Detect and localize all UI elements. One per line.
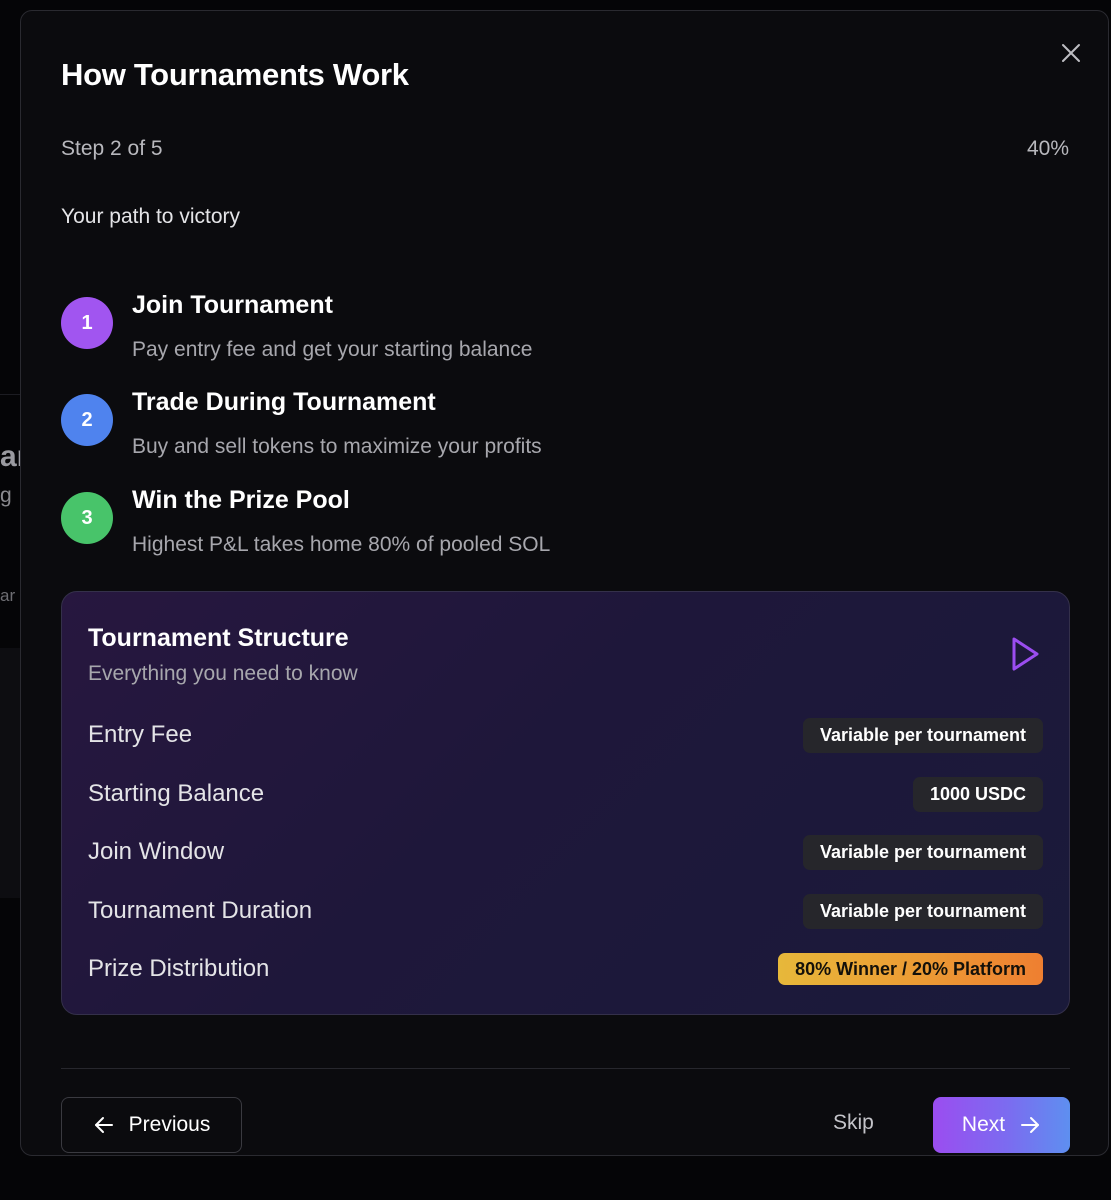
info-row-join-window: Join Window Variable per tournament	[88, 833, 1043, 873]
step-number-badge: 3	[61, 492, 113, 544]
tournament-guide-modal: How Tournaments Work Step 2 of 5 40% You…	[20, 10, 1109, 1156]
info-value-badge: Variable per tournament	[802, 718, 1043, 753]
prize-distribution-badge: 80% Winner / 20% Platform	[778, 953, 1043, 985]
info-row-prize-distribution: Prize Distribution 80% Winner / 20% Plat…	[88, 950, 1043, 990]
info-label: Starting Balance	[88, 780, 265, 807]
background-text-fragment: g	[0, 484, 12, 507]
next-button[interactable]: Next	[933, 1097, 1070, 1153]
card-title: Tournament Structure	[88, 624, 349, 652]
info-label: Join Window	[88, 838, 225, 865]
close-button[interactable]	[1060, 42, 1082, 64]
background-panel	[0, 648, 20, 898]
card-subtitle: Everything you need to know	[88, 662, 358, 685]
play-icon	[1012, 637, 1039, 671]
step-description: Buy and sell tokens to maximize your pro…	[132, 435, 542, 458]
step-progress-text: Step 2 of 5	[61, 137, 163, 160]
step-number-badge: 1	[61, 297, 113, 349]
step-item-join: 1 Join Tournament Pay entry fee and get …	[61, 291, 1061, 371]
info-row-entry-fee: Entry Fee Variable per tournament	[88, 716, 1043, 756]
modal-title: How Tournaments Work	[61, 57, 409, 92]
step-progress-percent: 40%	[1026, 137, 1069, 160]
arrow-left-icon	[94, 1117, 113, 1133]
info-label: Entry Fee	[88, 721, 193, 748]
next-button-label: Next	[961, 1113, 1006, 1136]
footer-divider	[61, 1068, 1070, 1069]
step-title: Win the Prize Pool	[132, 486, 350, 514]
step-title: Trade During Tournament	[132, 388, 436, 416]
background-divider	[0, 394, 20, 395]
info-value-badge: Variable per tournament	[802, 835, 1043, 870]
step-item-trade: 2 Trade During Tournament Buy and sell t…	[61, 388, 1061, 468]
step-item-win: 3 Win the Prize Pool Highest P&L takes h…	[61, 486, 1061, 566]
modal-subtitle: Your path to victory	[61, 205, 240, 228]
info-value-badge: Variable per tournament	[802, 894, 1043, 929]
step-number-badge: 2	[61, 394, 113, 446]
background-text-fragment: ar	[0, 586, 16, 605]
tournament-structure-card: Tournament Structure Everything you need…	[61, 591, 1070, 1015]
info-label: Tournament Duration	[88, 897, 313, 924]
previous-button[interactable]: Previous	[61, 1097, 242, 1153]
info-row-tournament-duration: Tournament Duration Variable per tournam…	[88, 892, 1043, 932]
step-description: Pay entry fee and get your starting bala…	[132, 338, 533, 361]
skip-button[interactable]: Skip	[833, 1111, 874, 1135]
info-value-badge: 1000 USDC	[912, 777, 1043, 812]
arrow-right-icon	[1021, 1117, 1040, 1133]
info-row-starting-balance: Starting Balance 1000 USDC	[88, 775, 1043, 815]
previous-button-label: Previous	[128, 1113, 211, 1136]
step-title: Join Tournament	[132, 291, 333, 319]
step-description: Highest P&L takes home 80% of pooled SOL	[132, 533, 551, 556]
info-label: Prize Distribution	[88, 955, 270, 982]
close-icon[interactable]	[1060, 42, 1082, 64]
